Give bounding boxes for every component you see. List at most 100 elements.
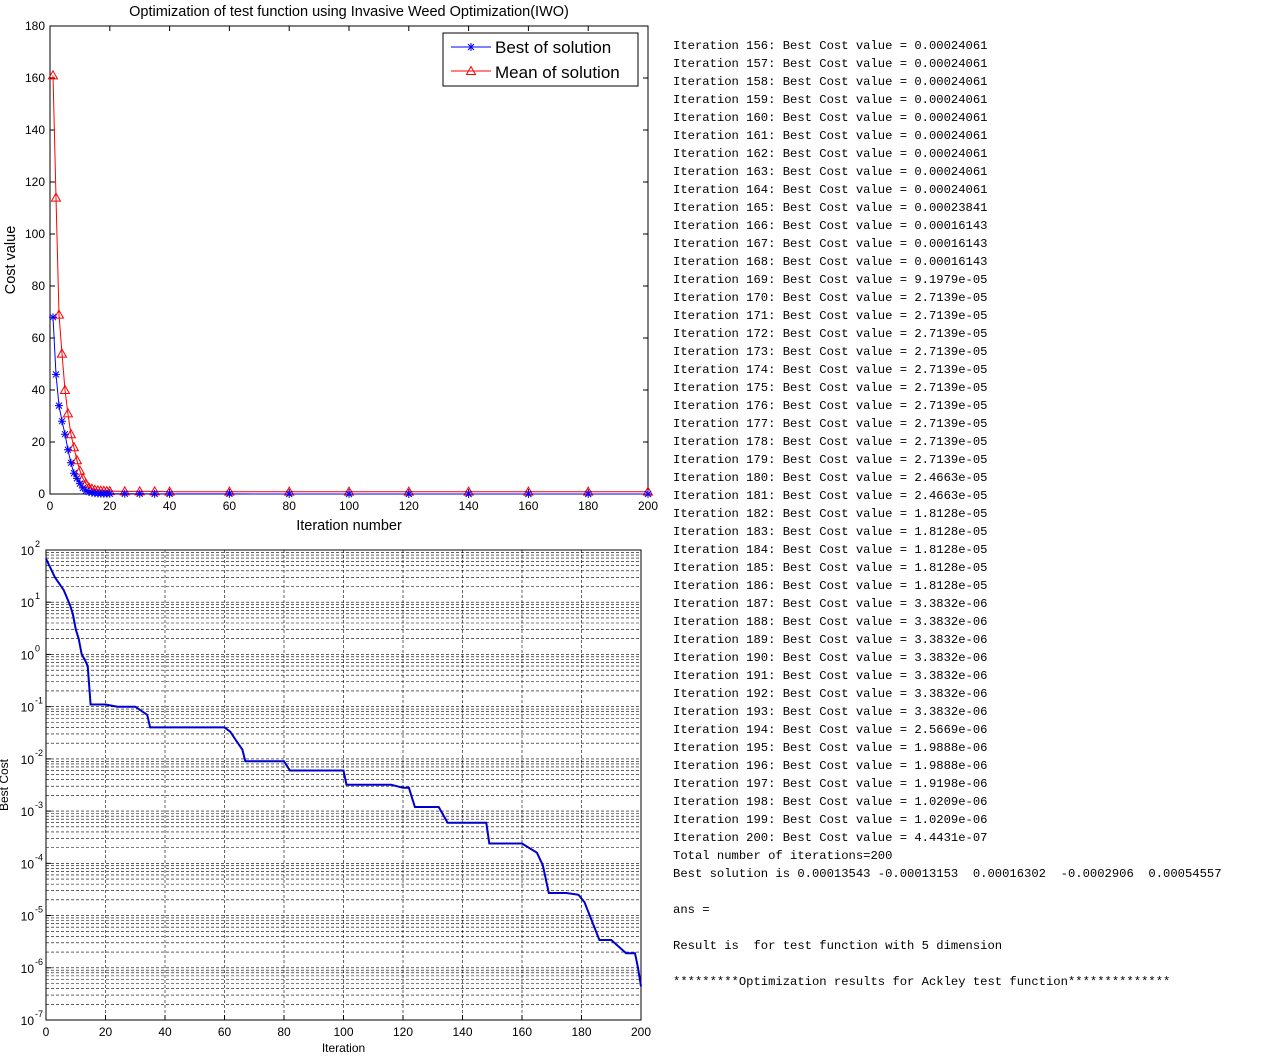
console-line: Iteration 170: Best Cost value = 2.7139e… <box>673 291 988 305</box>
data-point-best <box>135 489 144 498</box>
console-line: Iteration 163: Best Cost value = 0.00024… <box>673 165 988 179</box>
y-tick-exponent: -5 <box>35 905 43 915</box>
console-line: Iteration 188: Best Cost value = 3.3832e… <box>673 615 988 629</box>
console-line: Iteration 192: Best Cost value = 3.3832e… <box>673 687 988 701</box>
console-line: Iteration 191: Best Cost value = 3.3832e… <box>673 669 988 683</box>
x-tick-label: 0 <box>43 1025 50 1039</box>
console-line: Iteration 193: Best Cost value = 3.3832e… <box>673 705 988 719</box>
data-point-best <box>225 489 234 498</box>
console-line: Iteration 173: Best Cost value = 2.7139e… <box>673 345 988 359</box>
data-point-best <box>105 489 114 498</box>
y-tick-label: 10 <box>21 805 35 819</box>
legend: Best of solution Mean of solution <box>442 32 639 87</box>
x-tick-label: 80 <box>283 499 297 513</box>
y-tick-label: 40 <box>32 383 46 397</box>
console-line: Iteration 183: Best Cost value = 1.8128e… <box>673 525 988 539</box>
console-line: Iteration 180: Best Cost value = 2.4663e… <box>673 471 988 485</box>
y-tick-label: 100 <box>25 227 45 241</box>
x-tick-label: 60 <box>223 499 237 513</box>
data-point-best <box>66 458 75 467</box>
data-point-best <box>464 489 473 498</box>
console-line: Iteration 186: Best Cost value = 1.8128e… <box>673 579 988 593</box>
console-line: Iteration 174: Best Cost value = 2.7139e… <box>673 363 988 377</box>
y-axis-label: Best Cost <box>0 758 11 811</box>
x-tick-label: 160 <box>512 1025 532 1039</box>
console-line: Iteration 175: Best Cost value = 2.7139e… <box>673 381 988 395</box>
x-tick-label: 200 <box>631 1025 651 1039</box>
console-line: Iteration 167: Best Cost value = 0.00016… <box>673 237 988 251</box>
console-line: Iteration 185: Best Cost value = 1.8128e… <box>673 561 988 575</box>
x-tick-label: 140 <box>459 499 479 513</box>
y-tick-label: 20 <box>32 435 46 449</box>
plot-area <box>49 25 649 495</box>
data-point-best <box>51 370 60 379</box>
console-line: Iteration 197: Best Cost value = 1.9198e… <box>673 777 988 791</box>
data-point-best <box>524 489 533 498</box>
x-tick-label: 0 <box>47 499 54 513</box>
cost-line-chart: Optimization of test function using Inva… <box>3 4 658 534</box>
data-point-best <box>165 489 174 498</box>
x-tick-label: 100 <box>333 1025 353 1039</box>
x-tick-label: 60 <box>218 1025 232 1039</box>
console-line: Total number of iterations=200 <box>673 849 893 863</box>
y-tick-label: 10 <box>21 701 35 715</box>
data-point-best <box>644 490 652 498</box>
y-tick-label: 140 <box>25 123 45 137</box>
x-axis-label: Iteration <box>322 1041 365 1055</box>
x-tick-label: 120 <box>393 1025 413 1039</box>
legend-label-mean: Mean of solution <box>495 63 620 82</box>
x-tick-label: 160 <box>518 499 538 513</box>
y-tick-label: 10 <box>21 1014 35 1028</box>
x-tick-label: 20 <box>103 499 117 513</box>
y-tick-exponent: -4 <box>35 852 43 862</box>
x-tick-label: 40 <box>158 1025 172 1039</box>
y-tick-exponent: -1 <box>35 696 43 706</box>
console-line: Iteration 177: Best Cost value = 2.7139e… <box>673 417 988 431</box>
data-point-best <box>285 489 294 498</box>
console-line: Iteration 184: Best Cost value = 1.8128e… <box>673 543 988 557</box>
best-cost-log-chart: 0 20 40 60 80 100 120 140 160 180 20010 210 110 010 -1… <box>0 539 651 1055</box>
data-point-best <box>57 417 66 426</box>
x-tick-label: 80 <box>277 1025 291 1039</box>
console-line: Best solution is 0.00013543 -0.00013153 … <box>673 867 1222 881</box>
console-line: Iteration 171: Best Cost value = 2.7139e… <box>673 309 988 323</box>
x-tick-label: 180 <box>578 499 598 513</box>
x-tick-label: 120 <box>399 499 419 513</box>
data-point-best <box>63 445 72 454</box>
legend-marker-best <box>467 43 475 51</box>
y-tick-exponent: 0 <box>35 643 40 653</box>
y-tick-label: 0 <box>38 487 45 501</box>
chart-title: Optimization of test function using Inva… <box>129 4 569 20</box>
console-line: Iteration 162: Best Cost value = 0.00024… <box>673 147 988 161</box>
console-line: Iteration 168: Best Cost value = 0.00016… <box>673 255 988 269</box>
console-line: Result is for test function with 5 dimen… <box>673 939 1003 953</box>
console-line: Iteration 176: Best Cost value = 2.7139e… <box>673 399 988 413</box>
data-point-best <box>345 489 353 498</box>
y-tick-exponent: -7 <box>35 1009 43 1019</box>
y-tick-exponent: -6 <box>35 957 43 967</box>
console-line: *********Optimization results for Ackley… <box>673 975 1171 989</box>
console-output: Iteration 156: Best Cost value = 0.00024… <box>673 37 1273 991</box>
console-line: Iteration 178: Best Cost value = 2.7139e… <box>673 435 988 449</box>
console-line: Iteration 165: Best Cost value = 0.00023… <box>673 201 988 215</box>
console-line: Iteration 172: Best Cost value = 2.7139e… <box>673 327 988 341</box>
console-line: Iteration 199: Best Cost value = 1.0209e… <box>673 813 988 827</box>
console-line: Iteration 182: Best Cost value = 1.8128e… <box>673 507 988 521</box>
console-line: Iteration 195: Best Cost value = 1.9888e… <box>673 741 988 755</box>
console-line: Iteration 190: Best Cost value = 3.3832e… <box>673 651 988 665</box>
x-tick-label: 180 <box>571 1025 591 1039</box>
y-tick-label: 10 <box>21 910 35 924</box>
data-point-best <box>60 430 69 439</box>
console-line: ans = <box>673 903 710 917</box>
console-line: Iteration 169: Best Cost value = 9.1979e… <box>673 273 988 287</box>
console-line: Iteration 179: Best Cost value = 2.7139e… <box>673 453 988 467</box>
x-tick-label: 100 <box>339 499 359 513</box>
y-tick-exponent: 1 <box>35 591 40 601</box>
y-tick-label: 10 <box>21 857 35 871</box>
y-tick-exponent: -3 <box>35 800 43 810</box>
y-tick-label: 120 <box>25 175 45 189</box>
y-tick-exponent: -2 <box>35 748 43 758</box>
